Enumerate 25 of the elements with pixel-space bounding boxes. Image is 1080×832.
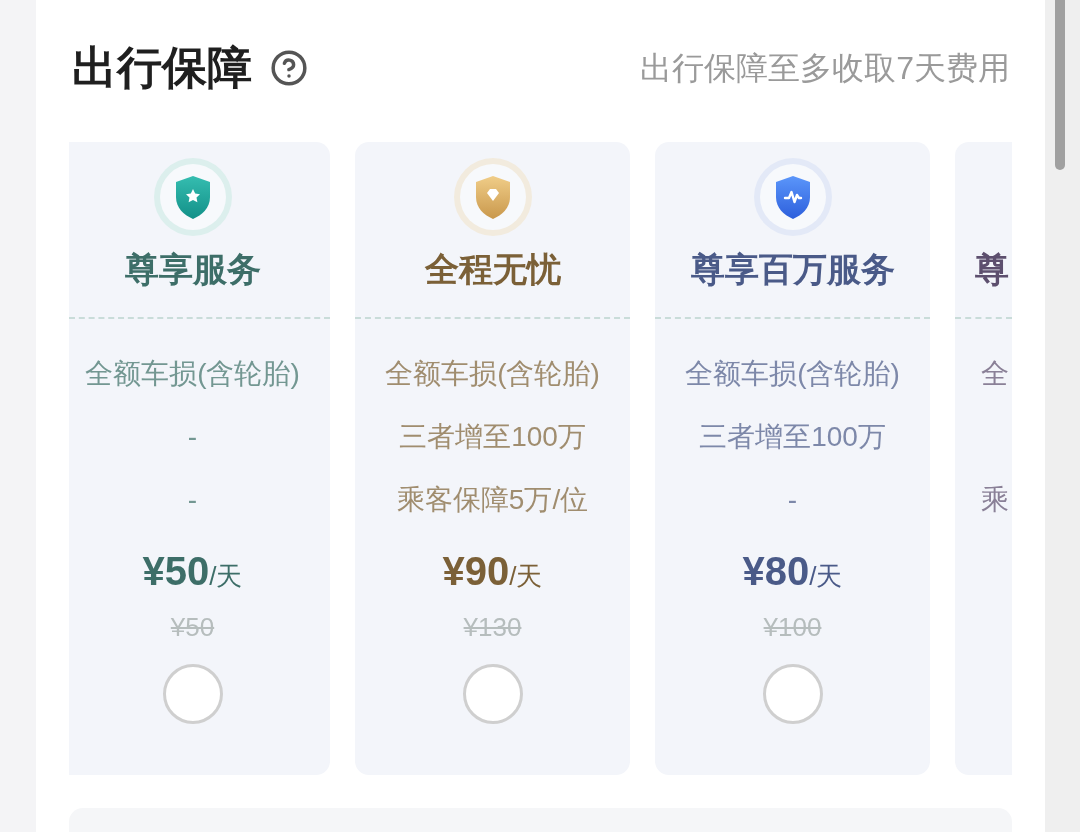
plan-title: 全程无忧 xyxy=(424,249,561,289)
feature-text: - xyxy=(787,483,798,517)
original-price: ¥50 xyxy=(170,613,215,641)
feature-text: 全 xyxy=(981,357,1009,391)
feature-text: 乘客保障5万/位 xyxy=(396,483,589,517)
price-text: ¥90/天 xyxy=(442,548,543,595)
price-text: ¥80/天 xyxy=(742,548,843,595)
feature-text: - xyxy=(187,420,198,454)
shield-pulse-icon xyxy=(752,157,833,237)
section-title: 出行保障 xyxy=(72,41,252,95)
help-icon[interactable] xyxy=(270,49,308,87)
original-price: ¥130 xyxy=(463,613,522,641)
feature-text: 全额车损(含轮胎) xyxy=(85,357,300,391)
feature-text: 乘 xyxy=(981,483,1009,517)
feature-text: 三者增至100万 xyxy=(399,420,586,454)
original-price: ¥100 xyxy=(763,613,822,641)
coverage-note: 出行保障至多收取7天费用 xyxy=(640,49,1011,88)
feature-text: 全额车损(含轮胎) xyxy=(385,357,600,391)
feature-text: 三者增至100万 xyxy=(699,420,886,454)
plan-title: 尊 xyxy=(975,249,1009,289)
feature-text: 全额车损(含轮胎) xyxy=(685,357,900,391)
plan-title: 尊享百万服务 xyxy=(690,249,895,289)
feature-text: - xyxy=(187,483,198,517)
plan-title: 尊享服务 xyxy=(124,249,261,289)
price-text: ¥50/天 xyxy=(142,548,243,595)
